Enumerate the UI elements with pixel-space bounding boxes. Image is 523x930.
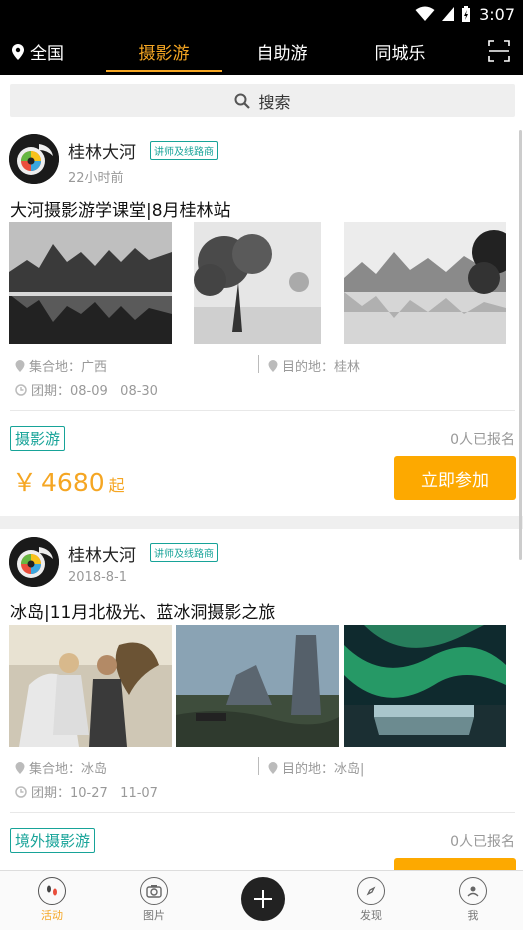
post-time: 2018-8-1 — [68, 570, 128, 585]
tour-photo[interactable] — [176, 625, 339, 747]
gather-text: 集合地：广西 — [29, 360, 108, 375]
lens-logo-icon — [9, 537, 59, 587]
tab-self-guided-tour[interactable]: 自助游 — [240, 28, 324, 75]
tab-activities[interactable]: 活动 — [22, 877, 82, 923]
destination-text: 目的地：冰岛| — [282, 762, 365, 777]
meta-divider — [258, 355, 259, 373]
tour-title[interactable]: 大河摄影游学课堂|8月桂林站 — [10, 196, 231, 221]
location-pin-icon — [268, 359, 278, 372]
search-bar: 搜索 — [0, 75, 523, 125]
search-input[interactable]: 搜索 — [10, 84, 515, 117]
gather-text: 集合地：冰岛 — [29, 762, 108, 777]
tab-label: 同城乐 — [374, 44, 426, 64]
scrollbar[interactable] — [519, 130, 522, 560]
period-text: 团期：10-27 11-07 — [31, 786, 158, 801]
tour-photo[interactable] — [344, 625, 506, 747]
price-value: 4680 — [41, 468, 105, 497]
location-selector[interactable]: 全国 — [12, 28, 64, 75]
signup-count: 0人已报名 — [450, 432, 515, 448]
price-suffix: 起 — [108, 476, 125, 495]
tour-period: 团期：10-27 11-07 — [15, 782, 158, 801]
tour-photo[interactable] — [344, 222, 506, 344]
app-screen: 3:07 全国 摄影游 自助游 同城乐 搜索 桂林大河 讲师及线路商 22小时前… — [0, 0, 523, 930]
profile-icon — [459, 877, 487, 905]
gather-location: 集合地：冰岛 — [15, 758, 107, 777]
clock-icon — [15, 785, 27, 798]
category-tag[interactable]: 摄影游 — [10, 426, 66, 451]
plus-icon — [254, 890, 272, 908]
wifi-icon — [415, 6, 435, 21]
tab-label: 活动 — [41, 909, 63, 922]
author-name[interactable]: 桂林大河 — [68, 138, 136, 163]
tab-photography-tour[interactable]: 摄影游 — [106, 28, 222, 75]
tour-photo[interactable] — [194, 222, 321, 344]
signup-count: 0人已报名 — [450, 834, 515, 850]
clock-icon — [15, 383, 27, 396]
divider — [10, 812, 515, 813]
lens-logo-icon — [9, 134, 59, 184]
compass-icon — [357, 877, 385, 905]
location-pin-icon — [268, 761, 278, 774]
tab-discover[interactable]: 发现 — [341, 877, 401, 923]
camera-icon — [140, 877, 168, 905]
location-pin-icon — [15, 359, 25, 372]
post-time: 22小时前 — [68, 171, 124, 186]
tab-label: 图片 — [143, 909, 165, 922]
signal-icon — [442, 7, 455, 21]
destination: 目的地：桂林 — [268, 356, 360, 375]
meta-divider — [258, 757, 259, 775]
avatar[interactable] — [9, 537, 59, 587]
tab-me[interactable]: 我 — [443, 877, 503, 923]
tab-label: 我 — [467, 909, 479, 922]
location-label: 全国 — [30, 44, 64, 64]
search-icon — [234, 93, 251, 109]
tour-card[interactable]: 桂林大河 讲师及线路商 2018-8-1 冰岛|11月北极光、蓝冰洞摄影之旅 集… — [0, 529, 523, 902]
destination: 目的地：冰岛| — [268, 758, 364, 777]
status-bar: 3:07 — [0, 0, 523, 28]
destination-text: 目的地：桂林 — [282, 360, 361, 375]
join-button[interactable]: 立即参加 — [394, 456, 516, 500]
add-post-button[interactable] — [241, 877, 285, 921]
author-name[interactable]: 桂林大河 — [68, 541, 136, 566]
footprint-icon — [38, 877, 66, 905]
tour-title[interactable]: 冰岛|11月北极光、蓝冰洞摄影之旅 — [10, 598, 275, 623]
tab-label: 发现 — [360, 909, 382, 922]
period-text: 团期：08-09 08-30 — [31, 384, 158, 399]
tour-period: 团期：08-09 08-30 — [15, 380, 158, 399]
status-time: 3:07 — [479, 4, 515, 24]
gather-location: 集合地：广西 — [15, 356, 107, 375]
avatar[interactable] — [9, 134, 59, 184]
tab-label: 自助游 — [256, 44, 308, 64]
role-badge: 讲师及线路商 — [150, 141, 218, 160]
battery-icon — [462, 5, 471, 22]
divider — [10, 410, 515, 411]
location-pin-icon — [15, 761, 25, 774]
currency-symbol: ￥ — [12, 468, 38, 497]
top-nav: 全国 摄影游 自助游 同城乐 — [0, 28, 523, 75]
tab-local-fun[interactable]: 同城乐 — [358, 28, 442, 75]
price: ￥ 4680 起 — [12, 463, 125, 499]
location-pin-icon — [12, 43, 24, 60]
tour-card[interactable]: 桂林大河 讲师及线路商 22小时前 大河摄影游学课堂|8月桂林站 集合地：广西 … — [0, 125, 523, 516]
tab-pictures[interactable]: 图片 — [124, 877, 184, 923]
scan-icon[interactable] — [487, 39, 511, 63]
tab-label: 摄影游 — [138, 44, 190, 64]
search-label: 搜索 — [258, 92, 291, 112]
role-badge: 讲师及线路商 — [150, 543, 218, 562]
tour-photo[interactable] — [9, 222, 172, 344]
category-tag[interactable]: 境外摄影游 — [10, 828, 96, 853]
tour-photo[interactable] — [9, 625, 172, 747]
